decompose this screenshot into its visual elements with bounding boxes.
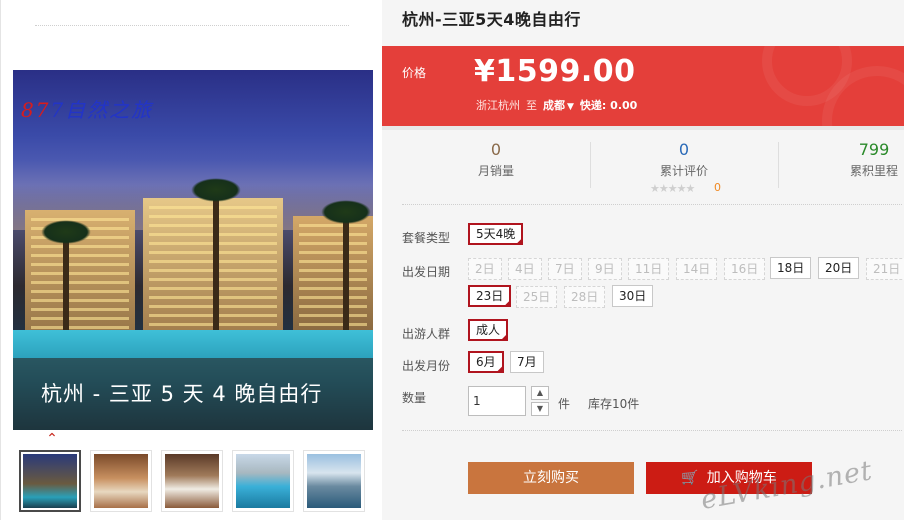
departure-month-label: 出发月份 [402,359,451,373]
price-value: ¥1599.00 [474,54,636,89]
thumbs-scroll-up-icon[interactable]: ⌃ [45,432,59,446]
add-to-cart-button[interactable]: 🛒 加入购物车 [646,462,812,494]
monthly-sales-label: 月销量 [477,164,514,178]
reviews-value: 0 [678,140,690,159]
thumbnail-5[interactable] [303,450,365,512]
photo-palm [213,190,219,350]
product-page: 877自然之旅 杭州 - 三亚 5 天 4 晚自由行 ⌃ 杭州-三亚5天4晚自由… [0,0,904,520]
add-to-cart-label: 加入购物车 [706,470,777,486]
photo-palm-leaves [321,200,371,224]
stat-divider [778,142,779,188]
date-option[interactable]: 25日 [516,286,558,308]
photo-palm-leaves [191,178,241,202]
travelers-label: 出游人群 [402,327,451,341]
price-label: 价格 [402,66,427,80]
date-option[interactable]: 7日 [548,258,582,280]
photo-caption: 杭州 - 三亚 5 天 4 晚自由行 [41,382,323,406]
points-label: 累积里程 [849,164,898,178]
quantity-input[interactable] [468,386,526,416]
date-option[interactable]: 28日 [564,286,606,308]
date-option[interactable]: 4日 [508,258,542,280]
divider [35,25,349,26]
details-column: 杭州-三亚5天4晚自由行 价格 ¥1599.00 浙江杭州至成都 ▼ 快递: 0.0… [382,0,904,520]
photo-logo: 877自然之旅 [21,98,154,122]
date-option[interactable]: 30日 [612,285,654,307]
monthly-sales-value: 0 [490,140,502,159]
quantity-decrement-icon[interactable]: ▼ [531,402,549,416]
price-panel-shadow [382,126,904,130]
package-label: 套餐类型 [402,231,451,245]
thumbnail-4[interactable] [232,450,294,512]
stats-row: 0 月销量 0 累计评价 ★★★★★ 0 799 累积里程 [382,134,904,204]
date-option[interactable]: 18日 [770,257,812,279]
date-option[interactable]: 9日 [588,258,622,280]
rating-stars-icon: ★★★★★ [650,182,695,195]
shipping-row: 浙江杭州至成都 ▼ 快递: 0.00 [476,97,637,113]
photo-palm-leaves [41,220,91,244]
departure-date-label: 出发日期 [402,265,451,279]
date-option[interactable]: 11日 [628,258,670,280]
thumbnail-1[interactable] [19,450,81,512]
ship-destination: 成都 [543,99,565,112]
stock-count: 库存10件 [588,397,640,411]
option-package-5d4n[interactable]: 5天4晚 [468,223,524,245]
chevron-down-icon: ▼ [567,102,574,112]
date-option[interactable]: 2日 [468,258,502,280]
stat-reviews[interactable]: 0 累计评价 [654,140,714,179]
thumbnail-strip [19,450,369,512]
quantity-label: 数量 [402,391,427,405]
photo-palm [343,210,349,350]
rating-count: 0 [714,181,721,194]
reviews-label: 累计评价 [659,164,708,178]
date-option[interactable]: 14日 [676,258,718,280]
ship-to-word: 至 [526,99,537,112]
stat-points: 799 累积里程 [846,140,902,179]
product-title: 杭州-三亚5天4晚自由行 [402,10,581,29]
option-month-7[interactable]: 7月 [510,351,544,373]
price-panel: 价格 ¥1599.00 浙江杭州至成都 ▼ 快递: 0.00 [382,46,904,126]
quantity-increment-icon[interactable]: ▲ [531,386,549,400]
main-product-photo[interactable]: 877自然之旅 杭州 - 三亚 5 天 4 晚自由行 [13,70,373,430]
thumbnail-2[interactable] [90,450,152,512]
thumbnail-3[interactable] [161,450,223,512]
buy-now-button[interactable]: 立刻购买 [468,462,634,494]
option-travelers-adult[interactable]: 成人 [468,319,509,341]
option-month-6[interactable]: 6月 [468,351,504,373]
cart-icon: 🛒 [681,470,699,486]
stat-monthly-sales: 0 月销量 [472,140,520,179]
date-option[interactable]: 21日 [866,258,904,280]
divider [402,204,902,205]
quantity-unit: 件 [558,397,571,411]
points-value: 799 [858,140,890,159]
stat-divider [590,142,591,188]
divider [402,430,902,431]
gallery-column: 877自然之旅 杭州 - 三亚 5 天 4 晚自由行 ⌃ [0,0,382,520]
ship-destination-select[interactable]: 成都 ▼ [543,99,574,112]
ship-origin: 浙江杭州 [476,99,520,112]
date-option[interactable]: 16日 [724,258,766,280]
shipping-fee: 快递: 0.00 [579,99,638,112]
date-option-selected[interactable]: 23日 [468,285,512,307]
date-option[interactable]: 20日 [818,257,860,279]
